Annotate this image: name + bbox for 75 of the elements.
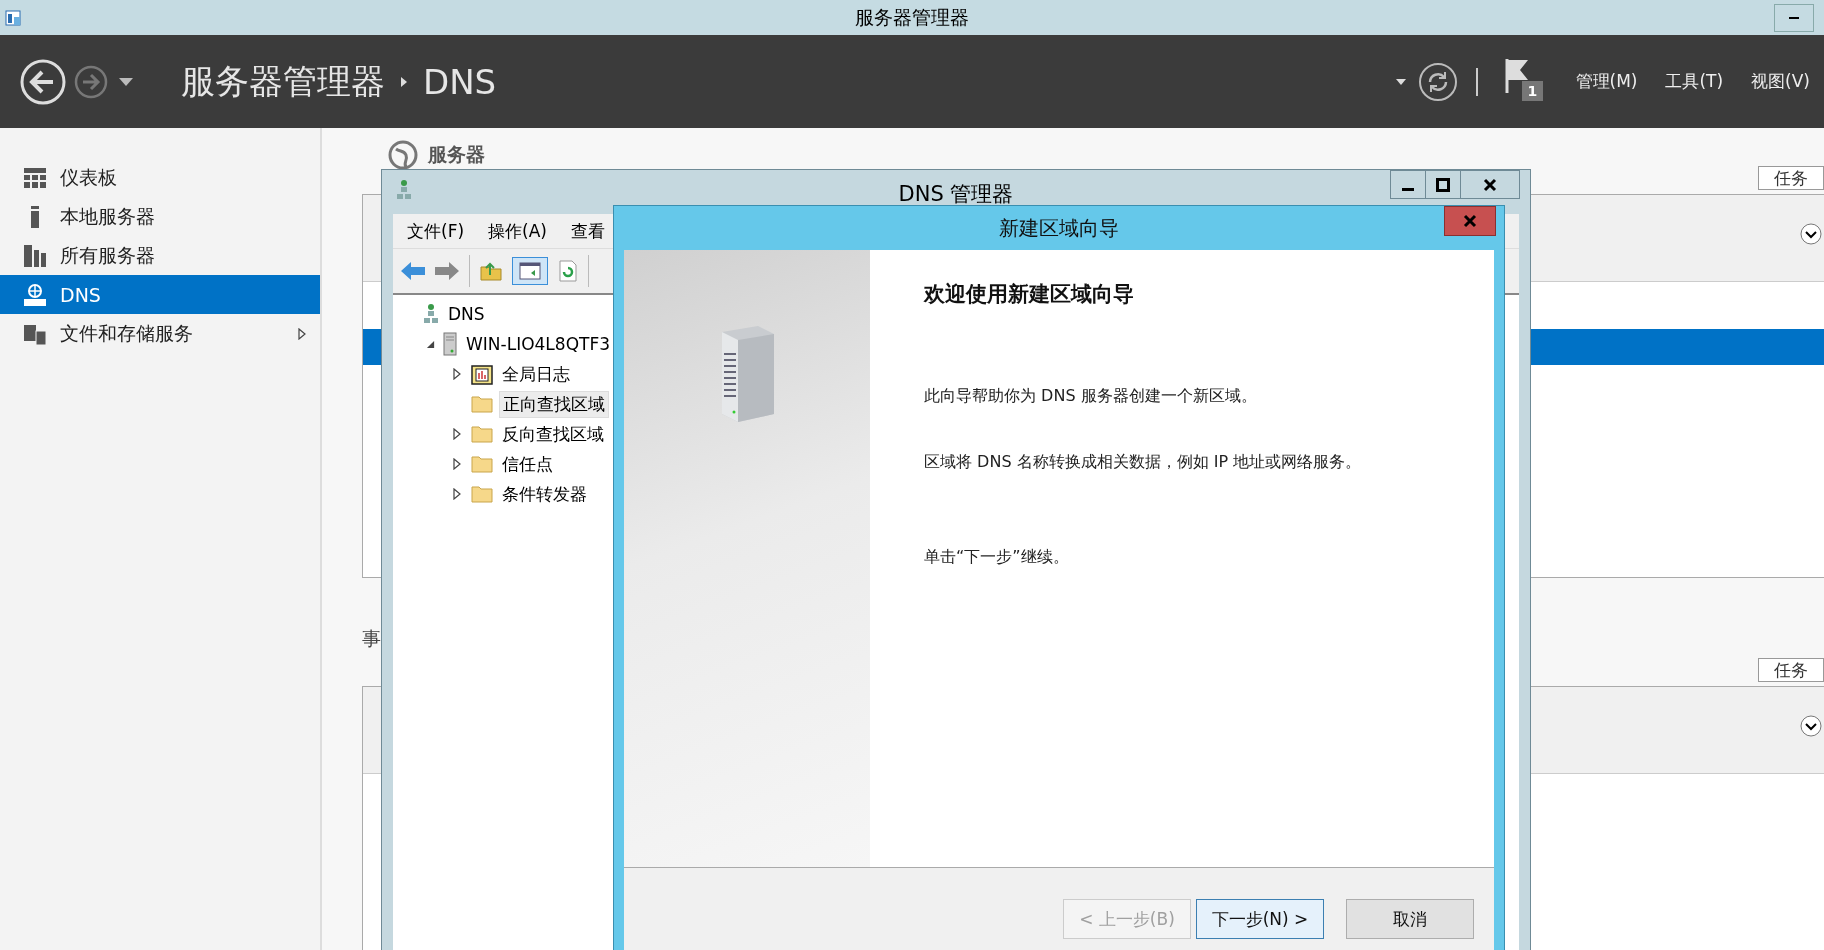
refresh-icon[interactable]: [558, 260, 578, 282]
collapsed-arrow-icon[interactable]: [453, 488, 461, 500]
globe-server-icon: [24, 283, 46, 306]
menu-item[interactable]: 工具(T): [1665, 70, 1724, 93]
window-title: DNS 管理器: [898, 181, 1014, 208]
forward-button[interactable]: [73, 63, 109, 100]
files-icon: [24, 322, 46, 345]
folder-icon: [471, 395, 493, 413]
back-arrow-icon[interactable]: [401, 261, 425, 281]
section-title: 服务器: [428, 142, 485, 167]
minimize-icon: [1402, 187, 1414, 191]
servers-icon: [24, 244, 46, 267]
caret-icon[interactable]: [119, 77, 133, 86]
toggle-pane-button[interactable]: [512, 257, 548, 285]
sidebar-item[interactable]: 文件和存储服务: [0, 314, 320, 353]
close-icon: [1483, 177, 1497, 192]
collapsed-arrow-icon[interactable]: [453, 368, 461, 380]
notification-count: 1: [1521, 80, 1544, 101]
tree-item[interactable]: 全局日志: [499, 361, 573, 387]
breadcrumb-item[interactable]: DNS: [423, 61, 497, 102]
menu-item[interactable]: 视图(V): [1751, 70, 1810, 93]
tasks-button[interactable]: 任务: [1758, 166, 1824, 190]
wizard-text: 单击“下一步”继续。: [924, 547, 1070, 568]
tree-item[interactable]: WIN-LIO4L8QTF3: [463, 333, 613, 355]
folder-icon: [471, 425, 493, 443]
expand-icon[interactable]: [1800, 223, 1822, 245]
menu-item[interactable]: 查看: [570, 219, 605, 243]
network-icon: [396, 179, 412, 201]
refresh-icon[interactable]: [1417, 61, 1458, 102]
server-icon: [443, 332, 457, 356]
tasks-button[interactable]: 任务: [1758, 658, 1824, 682]
chevron-icon: [401, 76, 407, 87]
tree-item[interactable]: 反向查找区域: [499, 421, 607, 447]
window-title: 服务器管理器: [855, 4, 969, 30]
globe-icon: [388, 140, 418, 170]
collapsed-arrow-icon[interactable]: [453, 428, 461, 440]
section-title: 事: [362, 626, 381, 651]
minimize-button[interactable]: [1390, 170, 1426, 199]
wizard-button[interactable]: 取消: [1346, 899, 1474, 939]
expanded-arrow-icon[interactable]: [426, 339, 436, 349]
sidebar-item[interactable]: 所有服务器: [0, 236, 320, 275]
expand-icon[interactable]: [1800, 715, 1822, 737]
maximize-icon: [1436, 177, 1450, 192]
close-icon: [1463, 214, 1477, 228]
folder-up-icon[interactable]: [480, 261, 502, 281]
forward-arrow-icon[interactable]: [435, 261, 459, 281]
close-button[interactable]: [1460, 170, 1520, 199]
wizard-text: 区域将 DNS 名称转换成相关数据，例如 IP 地址或网络服务。: [924, 452, 1362, 473]
caret-icon[interactable]: [1395, 78, 1406, 85]
tree-item[interactable]: 信任点: [499, 451, 556, 477]
wizard-heading: 欢迎使用新建区域向导: [924, 281, 1135, 308]
app-icon: [4, 7, 24, 28]
log-icon: [471, 363, 493, 385]
sidebar-item[interactable]: 本地服务器: [0, 197, 320, 236]
wizard-text: 此向导帮助你为 DNS 服务器创建一个新区域。: [924, 386, 1258, 407]
sidebar-item[interactable]: 仪表板: [0, 158, 320, 197]
tree-item[interactable]: 正向查找区域: [499, 390, 609, 418]
expand-arrow-icon[interactable]: [298, 327, 306, 340]
menu-item[interactable]: 文件(F): [407, 219, 465, 243]
breadcrumb-item[interactable]: 服务器管理器: [181, 58, 385, 105]
sidebar-item[interactable]: DNS: [0, 275, 320, 314]
maximize-button[interactable]: [1425, 170, 1461, 199]
tree-item[interactable]: 条件转发器: [499, 481, 590, 507]
collapsed-arrow-icon[interactable]: [453, 458, 461, 470]
menu-item[interactable]: 操作(A): [488, 219, 547, 243]
folder-icon: [471, 455, 493, 473]
menu-item[interactable]: 管理(M): [1575, 70, 1638, 93]
folder-icon: [471, 485, 493, 503]
grid-icon: [24, 167, 46, 188]
tree-item[interactable]: DNS: [445, 303, 488, 325]
dialog-title: 新建区域向导: [999, 215, 1119, 242]
wizard-button[interactable]: 下一步(N) >: [1196, 899, 1324, 939]
network-icon: [423, 303, 439, 325]
minimize-icon: [1789, 16, 1799, 19]
back-button[interactable]: [19, 57, 67, 106]
